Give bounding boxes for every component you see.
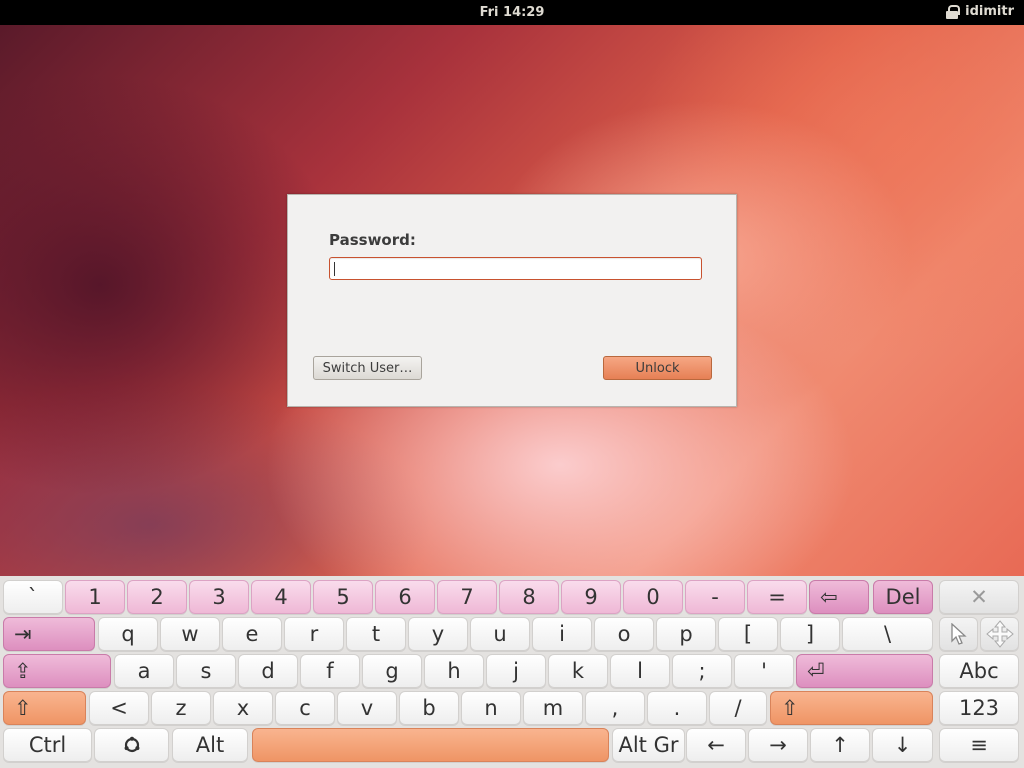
clock[interactable]: Fri 14:29 — [0, 5, 1024, 20]
text-caret — [334, 262, 335, 276]
key-shift-right[interactable]: ⇧ — [770, 691, 933, 725]
key-o[interactable]: o — [594, 617, 654, 651]
key-arrow-down[interactable]: ↓ — [872, 728, 933, 762]
key-e[interactable]: e — [222, 617, 282, 651]
key-arrow-right[interactable]: → — [748, 728, 808, 762]
keyboard-close-icon[interactable]: ✕ — [939, 580, 1019, 614]
pointer-icon-glyph — [950, 623, 967, 645]
key-d[interactable]: d — [238, 654, 298, 688]
key-0[interactable]: 0 — [623, 580, 683, 614]
key-i[interactable]: i — [532, 617, 592, 651]
ubuntu-logo-icon — [124, 736, 139, 753]
move-icon[interactable] — [980, 617, 1019, 651]
key-7[interactable]: 7 — [437, 580, 497, 614]
key-123[interactable]: 123 — [939, 691, 1019, 725]
key-apostrophe[interactable]: ' — [734, 654, 794, 688]
top-panel: Fri 14:29 idimitr — [0, 0, 1024, 25]
key-shift-left[interactable]: ⇧ — [3, 691, 86, 725]
key-4[interactable]: 4 — [251, 580, 311, 614]
key-3[interactable]: 3 — [189, 580, 249, 614]
key-alt-gr[interactable]: Alt Gr — [612, 728, 685, 762]
key-t[interactable]: t — [346, 617, 406, 651]
key-backspace[interactable]: ⇦ — [809, 580, 869, 614]
key-tab[interactable]: ⇥ — [3, 617, 95, 651]
key-y[interactable]: y — [408, 617, 468, 651]
key-backslash[interactable]: \ — [842, 617, 933, 651]
key-enter[interactable]: ⏎ — [796, 654, 933, 688]
key-equals[interactable]: = — [747, 580, 807, 614]
key-right-bracket[interactable]: ] — [780, 617, 840, 651]
key-backtick[interactable]: ` — [3, 580, 63, 614]
key-arrow-left[interactable]: ← — [686, 728, 746, 762]
key-p[interactable]: p — [656, 617, 716, 651]
password-label: Password: — [329, 231, 416, 249]
pointer-icon[interactable] — [939, 617, 978, 651]
key-slash[interactable]: / — [709, 691, 767, 725]
switch-user-label: Switch User… — [322, 360, 413, 376]
key-c[interactable]: c — [275, 691, 335, 725]
key-l[interactable]: l — [610, 654, 670, 688]
key-ctrl[interactable]: Ctrl — [3, 728, 92, 762]
key-5[interactable]: 5 — [313, 580, 373, 614]
lock-icon — [946, 4, 961, 19]
password-input[interactable] — [329, 257, 702, 280]
key-b[interactable]: b — [399, 691, 459, 725]
key-semicolon[interactable]: ; — [672, 654, 732, 688]
key-arrow-up[interactable]: ↑ — [810, 728, 870, 762]
key-f[interactable]: f — [300, 654, 360, 688]
key-9[interactable]: 9 — [561, 580, 621, 614]
key-a[interactable]: a — [114, 654, 174, 688]
key-abc[interactable]: Abc — [939, 654, 1019, 688]
key-minus[interactable]: - — [685, 580, 745, 614]
key-left-bracket[interactable]: [ — [718, 617, 778, 651]
key-q[interactable]: q — [98, 617, 158, 651]
user-menu[interactable]: idimitr — [946, 4, 1014, 19]
key-comma[interactable]: , — [585, 691, 645, 725]
key-8[interactable]: 8 — [499, 580, 559, 614]
key-m[interactable]: m — [523, 691, 583, 725]
key-delete[interactable]: Del — [873, 580, 933, 614]
key-super[interactable] — [94, 728, 169, 762]
onscreen-keyboard: ` 1 2 3 4 5 6 7 8 9 0 - = ⇦ Del ✕ ⇥ q w … — [0, 576, 1024, 768]
unlock-label: Unlock — [635, 360, 680, 376]
key-2[interactable]: 2 — [127, 580, 187, 614]
key-space[interactable] — [252, 728, 609, 762]
unlock-button[interactable]: Unlock — [603, 356, 712, 380]
key-x[interactable]: x — [213, 691, 273, 725]
key-period[interactable]: . — [647, 691, 707, 725]
move-icon-glyph — [985, 620, 1014, 648]
key-k[interactable]: k — [548, 654, 608, 688]
key-caps-lock[interactable]: ⇪ — [3, 654, 111, 688]
key-w[interactable]: w — [160, 617, 220, 651]
key-h[interactable]: h — [424, 654, 484, 688]
key-v[interactable]: v — [337, 691, 397, 725]
key-1[interactable]: 1 — [65, 580, 125, 614]
unlock-dialog: Password: Switch User… Unlock — [287, 194, 737, 407]
key-r[interactable]: r — [284, 617, 344, 651]
key-g[interactable]: g — [362, 654, 422, 688]
keyboard-menu-icon[interactable]: ≡ — [939, 728, 1019, 762]
key-6[interactable]: 6 — [375, 580, 435, 614]
key-n[interactable]: n — [461, 691, 521, 725]
key-j[interactable]: j — [486, 654, 546, 688]
key-s[interactable]: s — [176, 654, 236, 688]
key-less-than[interactable]: < — [89, 691, 149, 725]
key-z[interactable]: z — [151, 691, 211, 725]
key-u[interactable]: u — [470, 617, 530, 651]
switch-user-button[interactable]: Switch User… — [313, 356, 422, 380]
key-alt[interactable]: Alt — [172, 728, 248, 762]
username: idimitr — [965, 4, 1014, 19]
